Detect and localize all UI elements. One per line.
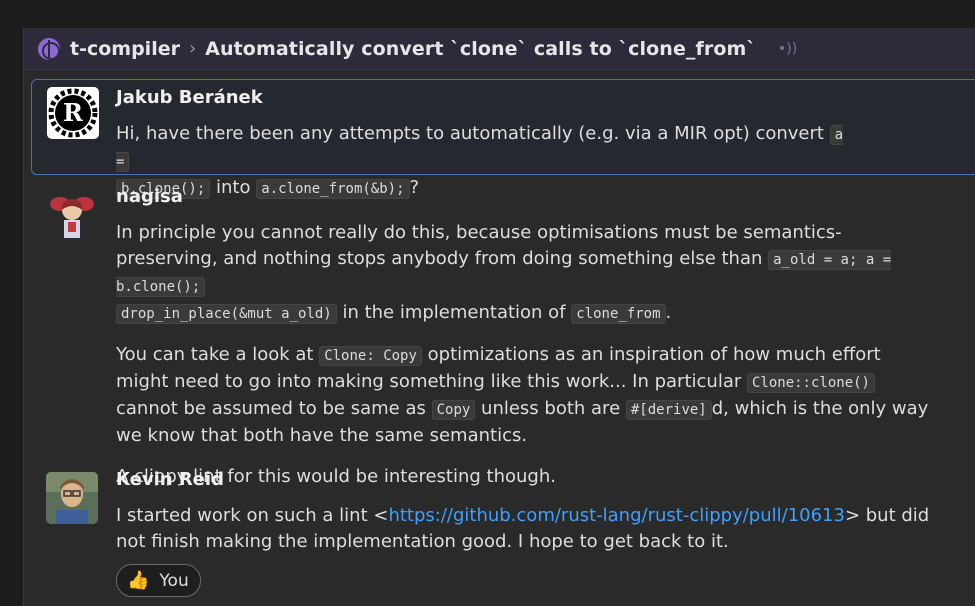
inline-code: Clone: Copy [319, 346, 422, 366]
stream-name[interactable]: t-compiler [70, 38, 180, 60]
avatar[interactable] [46, 472, 98, 524]
inline-code: Copy [431, 400, 476, 420]
svg-text:R: R [63, 98, 84, 127]
avatar[interactable] [46, 192, 98, 244]
paragraph: You can take a look at Clone: Copy optim… [116, 342, 936, 449]
message-text: In principle you cannot really do this, … [116, 222, 842, 269]
pull-request-link[interactable]: https://github.com/rust-lang/rust-clippy… [388, 505, 845, 526]
topic-header: t-compiler › Automatically convert `clon… [24, 28, 975, 70]
inline-code: #[derive] [625, 400, 712, 420]
inline-code: drop_in_place(&mut a_old) [116, 304, 337, 324]
chevron-right-icon: › [188, 38, 197, 59]
sender-name[interactable]: nagisa [116, 186, 183, 207]
reaction-button[interactable]: 👍 You [116, 564, 201, 597]
sender-name[interactable]: Kevin Reid [116, 469, 224, 490]
message-text: . [665, 302, 672, 323]
inline-code: Clone::clone() [746, 373, 875, 393]
thumbs-up-icon: 👍 [127, 570, 150, 591]
anime-character-icon [50, 197, 94, 238]
message-feed: t-compiler › Automatically convert `clon… [23, 28, 975, 606]
message-text: in the implementation of [336, 302, 572, 323]
message-content: In principle you cannot really do this, … [116, 220, 936, 505]
inline-code: clone_from [571, 304, 666, 324]
topic-name[interactable]: Automatically convert `clone` calls to `… [205, 38, 756, 60]
stream-globe-icon [38, 37, 60, 60]
message-text: You can take a look at [116, 344, 320, 365]
rust-logo-icon: R [48, 88, 98, 138]
message-jakub[interactable]: R Jakub Beránek Hi, have there been any … [31, 79, 975, 199]
message-content: I started work on such a lint <https://g… [116, 503, 936, 555]
avatar[interactable]: R [47, 87, 99, 139]
sender-name[interactable]: Jakub Beránek [116, 87, 263, 108]
topic-visibility-icon[interactable]: •)) [778, 41, 797, 57]
message-text: I started work on such a lint < [116, 505, 389, 526]
paragraph: In principle you cannot really do this, … [116, 220, 936, 327]
reaction-label: You [159, 570, 189, 591]
user-photo-icon [46, 472, 98, 524]
message-nagisa[interactable]: nagisa In principle you cannot really do… [24, 186, 975, 487]
message-text: cannot be assumed to be same as [116, 398, 432, 419]
message-text: Hi, have there been any attempts to auto… [116, 123, 830, 144]
message-text: unless both are [475, 398, 626, 419]
